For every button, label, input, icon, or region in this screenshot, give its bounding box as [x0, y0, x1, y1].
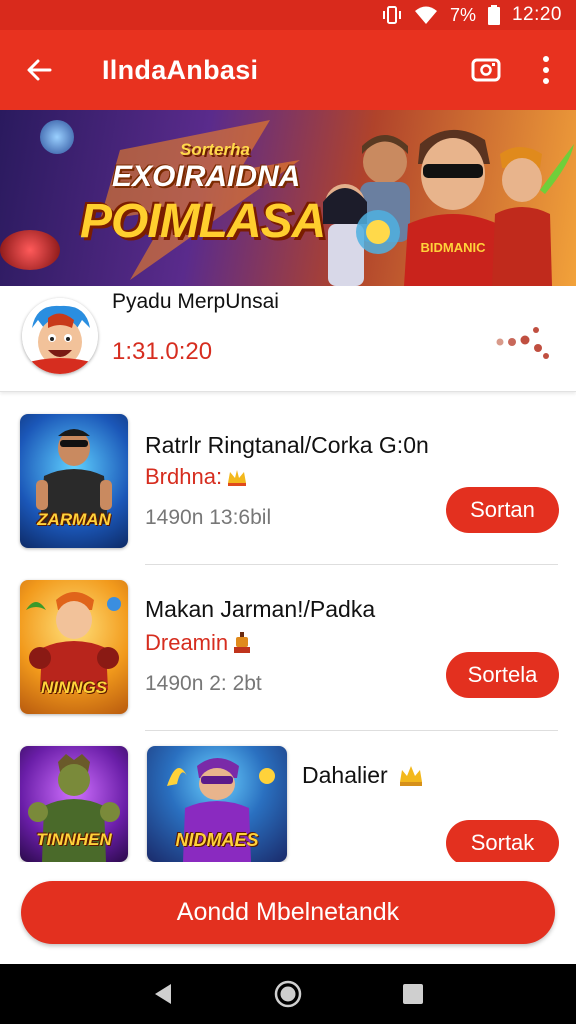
game-title: Dahalier — [302, 762, 388, 788]
profile-score: 1:31.0:20 — [112, 338, 213, 365]
game-subtitle-text: Brdhna: — [145, 464, 223, 489]
game-thumbnail[interactable]: TINNHEN — [20, 746, 128, 862]
more-options-button[interactable] — [516, 30, 576, 110]
bottom-action-area: Aondd Mbelnetandk — [0, 862, 576, 964]
nav-back-button[interactable] — [143, 974, 183, 1014]
primary-action-button[interactable]: Aondd Mbelnetandk — [21, 881, 555, 944]
battery-icon — [487, 5, 500, 25]
game-action-button[interactable]: Sortela — [446, 652, 559, 698]
avatar[interactable] — [22, 298, 98, 374]
planet-icon — [40, 120, 74, 154]
screenshot-button[interactable] — [456, 30, 516, 110]
orb-decoration — [0, 230, 60, 270]
page-title: IlndaAnbasi — [102, 54, 259, 85]
list-item[interactable]: NINNGS Makan Jarman!/Padka Dreamin 1490n… — [0, 564, 576, 730]
game-title: Ratrlr Ringtanal/Corka G:0n — [145, 432, 429, 458]
back-button[interactable] — [0, 30, 78, 110]
game-subtitle: Dreamin — [145, 630, 252, 656]
game-meta: 1490n 13:6bil — [145, 506, 272, 529]
banner-small-text: Sorterha — [180, 140, 250, 159]
app-screen: 7% 12:20 IlndaAnbasi Sorterha EXOIRAIDNA… — [0, 0, 576, 1024]
promo-banner[interactable]: Sorterha EXOIRAIDNA POIMLASA BIDMANIC — [0, 110, 576, 286]
more-vert-icon — [543, 56, 549, 84]
banner-mid-text: EXOIRAIDNA — [112, 160, 301, 193]
recents-square-icon — [403, 984, 424, 1004]
thumbnail-title: NIDMAES — [175, 830, 259, 850]
thumbnail-title: NINNGS — [40, 678, 108, 697]
trophy-icon — [234, 632, 251, 653]
crown-icon — [399, 765, 422, 786]
vibrate-icon — [382, 5, 402, 25]
loading-dots-icon[interactable] — [492, 320, 552, 360]
game-title: Makan Jarman!/Padka — [145, 596, 376, 622]
battery-percent: 7% — [449, 4, 476, 25]
back-triangle-icon — [154, 984, 171, 1004]
banner-big-text: POIMLASA — [80, 195, 326, 248]
banner-shirt-text: BIDMANIC — [421, 240, 487, 255]
thumbnail-title: TINNHEN — [36, 830, 112, 849]
system-nav-bar — [0, 964, 576, 1024]
game-meta: 1490n 2: 2bt — [145, 672, 262, 695]
game-title-row: Dahalier — [302, 762, 424, 789]
thumbnail-title: ZARMAN — [37, 510, 111, 529]
list-item[interactable]: ZARMAN Ratrlr Ringtanal/Corka G:0n Brdhn… — [0, 398, 576, 564]
game-action-button[interactable]: Sortak — [446, 820, 559, 866]
status-bar: 7% 12:20 — [0, 0, 576, 30]
profile-card[interactable]: Pyadu MerpUnsai 1:31.0:20 — [0, 286, 576, 392]
screenshot-icon — [471, 58, 501, 82]
game-subtitle-text: Dreamin — [145, 630, 229, 655]
game-subtitle: Brdhna: — [145, 464, 248, 490]
back-arrow-icon — [27, 59, 52, 81]
game-thumbnail[interactable]: NINNGS — [20, 580, 128, 714]
app-bar: IlndaAnbasi — [0, 30, 576, 110]
game-action-button[interactable]: Sortan — [446, 487, 559, 533]
game-thumbnail[interactable]: ZARMAN — [20, 414, 128, 548]
nav-home-button[interactable] — [268, 974, 308, 1014]
crown-icon — [228, 470, 247, 486]
game-thumbnail-secondary[interactable]: NIDMAES — [147, 746, 287, 862]
wifi-icon — [414, 5, 438, 25]
nav-recents-button[interactable] — [393, 974, 433, 1014]
clock: 12:20 — [511, 4, 562, 25]
home-circle-icon — [274, 980, 302, 1008]
banner-characters: BIDMANIC — [323, 129, 574, 286]
profile-name: Pyadu MerpUnsai — [112, 290, 279, 313]
